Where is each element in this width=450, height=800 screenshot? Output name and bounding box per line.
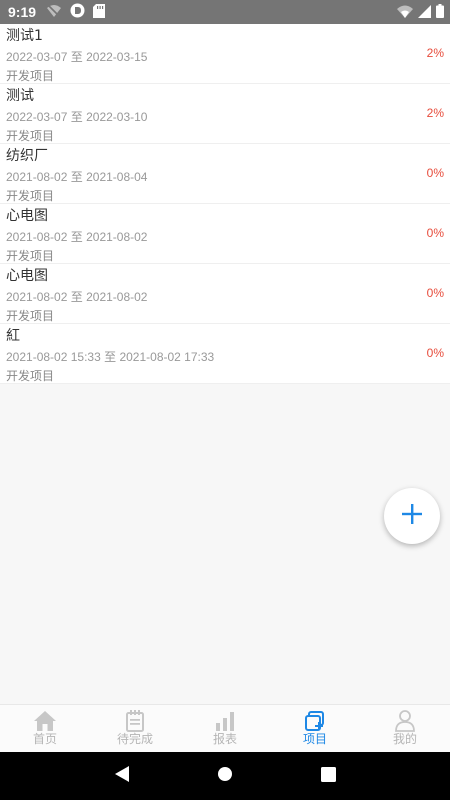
nav-label: 首页 xyxy=(32,732,57,746)
project-type: 开发项目 xyxy=(6,369,55,383)
date-separator: 至 xyxy=(70,170,83,184)
list-item[interactable]: 心电图 2021-08-02 至 2021-08-02 开发项目 0% xyxy=(0,264,450,324)
list-item[interactable]: 纺织厂 2021-08-02 至 2021-08-04 开发项目 0% xyxy=(0,144,450,204)
start-date: 2021-08-02 xyxy=(6,170,68,184)
plus-icon xyxy=(400,502,424,530)
project-name: 紅 xyxy=(6,328,20,344)
project-type: 开发项目 xyxy=(6,249,55,263)
end-date: 2022-03-10 xyxy=(86,110,148,124)
project-name: 心电图 xyxy=(6,268,48,284)
project-dates: 2021-08-02 至 2021-08-02 xyxy=(6,287,444,307)
project-type: 开发项目 xyxy=(6,189,55,203)
signal-icon xyxy=(418,3,431,22)
end-date: 2021-08-02 17:33 xyxy=(119,350,215,364)
project-progress: 2% xyxy=(426,46,444,60)
wifi-off-icon xyxy=(46,3,62,22)
sd-card-icon xyxy=(93,3,106,22)
start-date: 2021-08-02 xyxy=(6,290,68,304)
project-list: 测试1 2022-03-07 至 2022-03-15 开发项目 2% 测试 2… xyxy=(0,24,450,384)
project-name: 测试 xyxy=(6,88,34,104)
list-item[interactable]: 测试 2022-03-07 至 2022-03-10 开发项目 2% xyxy=(0,84,450,144)
project-type: 开发项目 xyxy=(6,129,55,143)
end-date: 2021-08-02 xyxy=(86,290,148,304)
bar-chart-icon xyxy=(214,710,236,732)
project-progress: 0% xyxy=(426,346,444,360)
system-nav-bar xyxy=(0,752,450,800)
nav-label: 我的 xyxy=(392,732,417,746)
notepad-icon xyxy=(125,710,145,732)
project-progress: 2% xyxy=(426,106,444,120)
status-bar: 9:19 xyxy=(0,0,450,24)
project-progress: 0% xyxy=(426,286,444,300)
project-icon xyxy=(304,710,326,732)
nav-label: 报表 xyxy=(212,732,237,746)
project-name: 测试1 xyxy=(6,28,43,44)
status-time: 9:19 xyxy=(8,4,37,20)
date-separator: 至 xyxy=(70,290,83,304)
end-date: 2021-08-02 xyxy=(86,230,148,244)
start-date: 2022-03-07 xyxy=(6,110,68,124)
project-dates: 2021-08-02 至 2021-08-04 xyxy=(6,167,444,187)
project-type: 开发项目 xyxy=(6,69,55,83)
start-date: 2021-08-02 15:33 xyxy=(6,350,101,364)
project-dates: 2021-08-02 15:33 至 2021-08-02 17:33 xyxy=(6,347,444,367)
start-date: 2022-03-07 xyxy=(6,50,68,64)
bottom-nav: 首页 待完成 报表 项目 我的 xyxy=(0,704,450,752)
vpn-icon xyxy=(70,3,85,22)
nav-label: 待完成 xyxy=(116,732,153,746)
battery-icon xyxy=(436,3,444,22)
user-icon xyxy=(394,710,416,732)
end-date: 2021-08-04 xyxy=(86,170,148,184)
project-dates: 2022-03-07 至 2022-03-15 xyxy=(6,47,444,67)
nav-label: 项目 xyxy=(302,732,327,746)
start-date: 2021-08-02 xyxy=(6,230,68,244)
date-separator: 至 xyxy=(70,50,83,64)
project-type: 开发项目 xyxy=(6,309,55,323)
add-project-button[interactable] xyxy=(384,488,440,544)
project-dates: 2021-08-02 至 2021-08-02 xyxy=(6,227,444,247)
wifi-icon xyxy=(397,3,413,22)
project-name: 心电图 xyxy=(6,208,48,224)
recents-icon[interactable] xyxy=(321,766,337,786)
list-item[interactable]: 心电图 2021-08-02 至 2021-08-02 开发项目 0% xyxy=(0,204,450,264)
status-icons-right xyxy=(397,3,444,22)
nav-item-todo[interactable]: 待完成 xyxy=(90,705,180,752)
nav-item-mine[interactable]: 我的 xyxy=(360,705,450,752)
list-item[interactable]: 测试1 2022-03-07 至 2022-03-15 开发项目 2% xyxy=(0,24,450,84)
project-name: 纺织厂 xyxy=(6,148,48,164)
back-icon[interactable] xyxy=(114,765,130,787)
nav-item-home[interactable]: 首页 xyxy=(0,705,90,752)
list-item[interactable]: 紅 2021-08-02 15:33 至 2021-08-02 17:33 开发… xyxy=(0,324,450,384)
status-icons-left xyxy=(46,3,106,22)
project-progress: 0% xyxy=(426,166,444,180)
home-icon xyxy=(33,710,57,732)
date-separator: 至 xyxy=(70,230,83,244)
end-date: 2022-03-15 xyxy=(86,50,148,64)
date-separator: 至 xyxy=(104,350,117,364)
date-separator: 至 xyxy=(70,110,83,124)
nav-item-project[interactable]: 项目 xyxy=(270,705,360,752)
project-dates: 2022-03-07 至 2022-03-10 xyxy=(6,107,444,127)
nav-item-report[interactable]: 报表 xyxy=(180,705,270,752)
project-progress: 0% xyxy=(426,226,444,240)
home-circle-icon[interactable] xyxy=(217,766,233,786)
